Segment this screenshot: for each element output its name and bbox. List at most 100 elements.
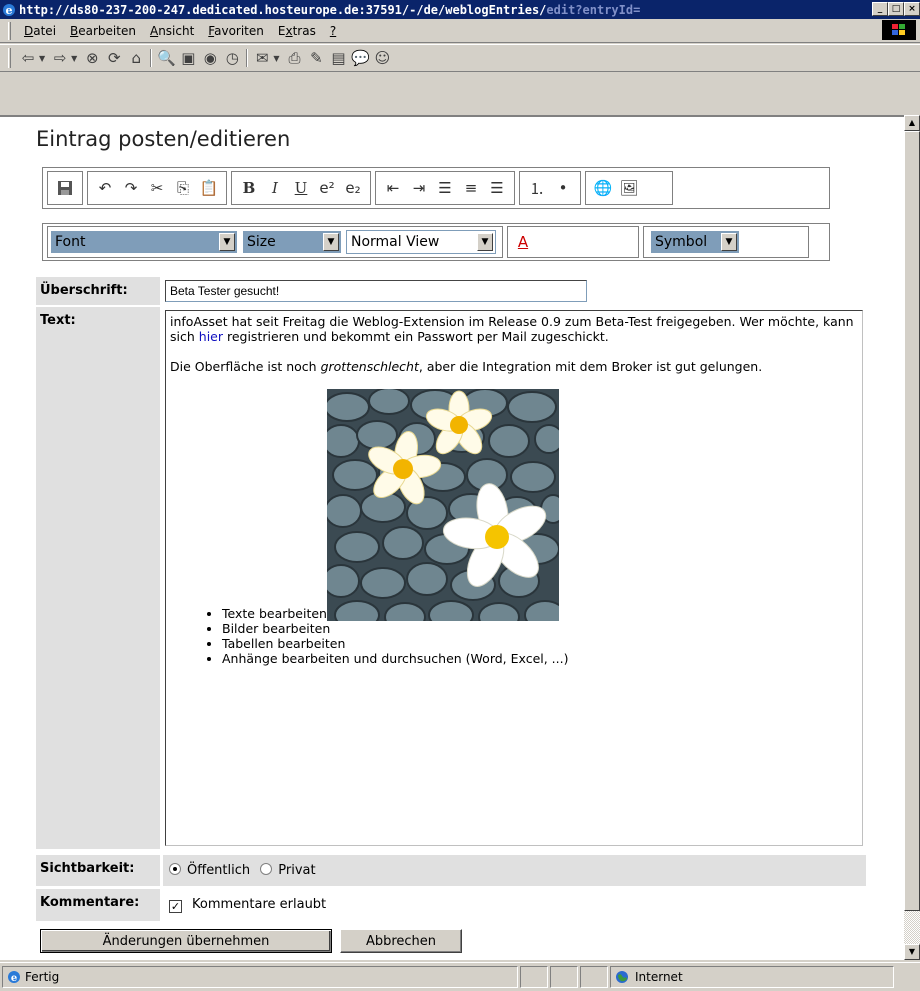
menubar-grip[interactable]	[8, 21, 11, 40]
form-row-text: Text: infoAsset hat seit Freitag die Web…	[36, 307, 866, 849]
browser-toolbar: ⇦ ▼ ⇨ ▼ ⊗ ⟳ ⌂ 🔍 ▣ ◉ ◷ ✉ ▼ ⎙ ✎ ▤ 💬 ☺	[0, 44, 920, 72]
visibility-cell: Öffentlich Privat	[163, 855, 866, 886]
font-select[interactable]: Font ▼	[50, 230, 238, 254]
save-icon[interactable]	[52, 175, 78, 201]
stop-icon[interactable]: ⊗	[81, 48, 103, 68]
align-right-icon[interactable]: ☰	[484, 175, 510, 201]
status-text: Fertig	[25, 970, 60, 984]
heading-label: Überschrift:	[36, 277, 160, 305]
visibility-private-radio[interactable]	[260, 863, 273, 875]
chevron-down-icon[interactable]: ▼	[323, 233, 339, 251]
status-zone: Internet	[635, 970, 683, 984]
text-cell: infoAsset hat seit Freitag die Weblog-Ex…	[163, 307, 866, 849]
refresh-icon[interactable]: ⟳	[103, 48, 125, 68]
back-dropdown-icon[interactable]: ▼	[39, 54, 45, 63]
indent-icon[interactable]: ⇥	[406, 175, 432, 201]
status-panel-empty	[520, 966, 548, 988]
menu-favoriten[interactable]: Favoriten	[201, 24, 271, 38]
discuss-icon[interactable]: ▤	[327, 48, 349, 68]
chevron-down-icon[interactable]: ▼	[721, 233, 737, 251]
redo-icon[interactable]: ↷	[118, 175, 144, 201]
copy-icon[interactable]: ⎘	[170, 175, 196, 201]
favorites-icon[interactable]: ▣	[177, 48, 199, 68]
svg-text:e: e	[11, 973, 17, 984]
scroll-down-icon[interactable]: ▼	[904, 944, 920, 960]
forward-dropdown-icon[interactable]: ▼	[71, 54, 77, 63]
chevron-down-icon[interactable]: ▼	[219, 233, 235, 251]
heading-input[interactable]	[165, 280, 587, 302]
align-center-icon[interactable]: ≡	[458, 175, 484, 201]
subscript-icon[interactable]: e₂	[340, 175, 366, 201]
undo-icon[interactable]: ↶	[92, 175, 118, 201]
scroll-up-icon[interactable]: ▲	[904, 115, 920, 131]
status-bar: e Fertig Internet	[0, 962, 920, 991]
cut-icon[interactable]: ✂	[144, 175, 170, 201]
editor-group-save	[47, 171, 83, 205]
align-left-icon[interactable]: ☰	[432, 175, 458, 201]
status-text-panel: e Fertig	[2, 966, 518, 988]
unordered-list-icon[interactable]: •	[550, 175, 576, 201]
text-paragraph-1: infoAsset hat seit Freitag die Weblog-Ex…	[170, 314, 854, 344]
menu-datei[interactable]: Datei	[17, 24, 63, 38]
list-item: Bilder bearbeiten	[222, 621, 858, 636]
feature-list: Texte bearbeiten	[170, 389, 858, 666]
size-select[interactable]: Size ▼	[242, 230, 342, 254]
ordered-list-icon[interactable]: ⒈	[524, 175, 550, 201]
scrollbar-thumb[interactable]	[904, 131, 920, 911]
cancel-button[interactable]: Abbrechen	[340, 929, 462, 953]
history-icon[interactable]: ◷	[221, 48, 243, 68]
view-select[interactable]: Normal View ▼	[346, 230, 496, 254]
media-icon[interactable]: ◉	[199, 48, 221, 68]
menu-help[interactable]: ?	[323, 24, 343, 38]
visibility-public-radio[interactable]	[169, 863, 181, 875]
toolbar-area	[0, 73, 920, 115]
status-panel-empty	[580, 966, 608, 988]
chevron-down-icon[interactable]: ▼	[477, 233, 493, 251]
messenger-icon[interactable]: 💬	[349, 48, 371, 68]
superscript-icon[interactable]: e²	[314, 175, 340, 201]
search-icon[interactable]: 🔍	[155, 48, 177, 68]
mail-dropdown-icon[interactable]: ▼	[273, 54, 279, 63]
toolbar-grip[interactable]	[8, 48, 11, 68]
list-item: Tabellen bearbeiten	[222, 636, 858, 651]
font-select-value: Font	[55, 234, 86, 250]
outdent-icon[interactable]: ⇤	[380, 175, 406, 201]
minimize-button[interactable]: _	[872, 2, 888, 16]
vertical-scrollbar[interactable]: ▲ ▼	[904, 115, 920, 960]
maximize-button[interactable]: □	[888, 2, 904, 16]
forward-arrow-icon[interactable]: ⇨	[49, 48, 71, 68]
register-link[interactable]: hier	[199, 329, 223, 344]
editor-group-text-style: B I U e² e₂	[231, 171, 371, 205]
form-row-comments: Kommentare: ✓ Kommentare erlaubt	[36, 889, 866, 921]
list-item: Anhänge bearbeiten und durchsuchen (Word…	[222, 651, 858, 666]
menu-extras[interactable]: Extras	[271, 24, 323, 38]
apply-changes-button[interactable]: Änderungen übernehmen	[40, 929, 332, 953]
insert-link-icon[interactable]: 🌐	[590, 175, 616, 201]
print-icon[interactable]: ⎙	[283, 48, 305, 68]
italic-icon[interactable]: I	[262, 175, 288, 201]
user-icon[interactable]: ☺	[371, 48, 393, 68]
insert-image-icon[interactable]: 🖼	[616, 175, 642, 201]
text-editor-area[interactable]: infoAsset hat seit Freitag die Weblog-Ex…	[165, 310, 863, 846]
editor-toolbar-formatting: ↶ ↷ ✂ ⎘ 📋 B I U e² e₂ ⇤ ⇥ ☰ ≡ ☰ ⒈ • 🌐 🖼	[42, 167, 830, 209]
symbol-select[interactable]: Symbol ▼	[650, 230, 740, 254]
menu-bearbeiten[interactable]: Bearbeiten	[63, 24, 143, 38]
font-color-icon[interactable]: A	[510, 229, 536, 255]
toolbar-separator	[246, 49, 249, 67]
home-icon[interactable]: ⌂	[125, 48, 147, 68]
underline-icon[interactable]: U	[288, 175, 314, 201]
back-arrow-icon[interactable]: ⇦	[17, 48, 39, 68]
page-title: Eintrag posten/editieren	[36, 127, 291, 151]
heading-cell	[163, 277, 866, 305]
edit-icon[interactable]: ✎	[305, 48, 327, 68]
ie-icon: e	[3, 3, 15, 17]
bold-icon[interactable]: B	[236, 175, 262, 201]
close-button[interactable]: ×	[904, 2, 920, 16]
view-select-value: Normal View	[351, 234, 440, 250]
mail-icon[interactable]: ✉	[251, 48, 273, 68]
paste-icon[interactable]: 📋	[196, 175, 222, 201]
menu-ansicht[interactable]: Ansicht	[143, 24, 201, 38]
comments-checkbox[interactable]: ✓	[169, 900, 182, 913]
visibility-public-label: Öffentlich	[187, 863, 251, 878]
menu-bar: Datei Bearbeiten Ansicht Favoriten Extra…	[0, 19, 920, 43]
